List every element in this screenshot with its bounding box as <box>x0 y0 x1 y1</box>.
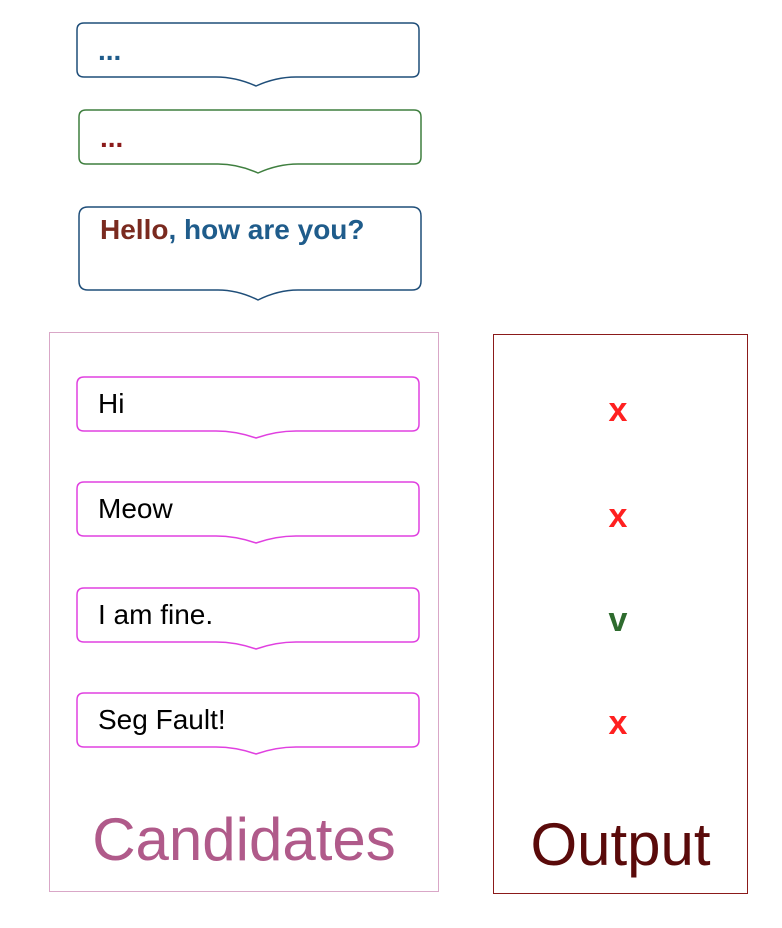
context-bubble-3: Hello, how are you? <box>78 206 422 302</box>
candidate-bubble-4: Seg Fault! <box>76 692 420 756</box>
candidate-bubble-2: Meow <box>76 481 420 545</box>
candidate-4-text: Seg Fault! <box>98 704 226 735</box>
context-bubble-1-text: ... <box>98 32 121 70</box>
context-3-segment-3: how are you? <box>184 214 365 245</box>
context-bubble-1-shape <box>76 22 420 87</box>
context-bubble-1-outline <box>76 22 420 87</box>
candidate-3-text: I am fine. <box>98 599 214 630</box>
context-bubble-1: ... <box>76 22 420 88</box>
context-3-segment-1: Hello <box>100 214 169 245</box>
candidates-title: Candidates <box>92 806 396 873</box>
output-title: Output <box>530 811 711 878</box>
candidate-bubble-1-shape <box>76 376 420 439</box>
context-bubble-2-outline <box>78 109 422 174</box>
output-mark-3: v <box>608 601 628 639</box>
output-mark-4: x <box>608 704 628 742</box>
candidate-bubble-1: Hi <box>76 376 420 440</box>
context-2-segment-1: ... <box>100 122 124 153</box>
context-3-segment-2: , <box>168 214 185 245</box>
context-bubble-2-shape <box>78 109 422 174</box>
context-bubble-2-text: ... <box>100 119 123 157</box>
candidate-bubble-3: I am fine. <box>76 587 420 651</box>
context-bubble-3-text: Hello, how are you? <box>100 211 400 249</box>
output-mark-2: x <box>608 497 628 535</box>
output-mark-1: x <box>608 391 628 429</box>
context-bubble-2: ... <box>78 109 422 175</box>
candidate-2-text: Meow <box>98 493 173 524</box>
candidate-bubble-1-outline <box>76 376 420 439</box>
candidate-1-text: Hi <box>98 388 125 419</box>
context-1-segment-1: ... <box>98 35 122 66</box>
